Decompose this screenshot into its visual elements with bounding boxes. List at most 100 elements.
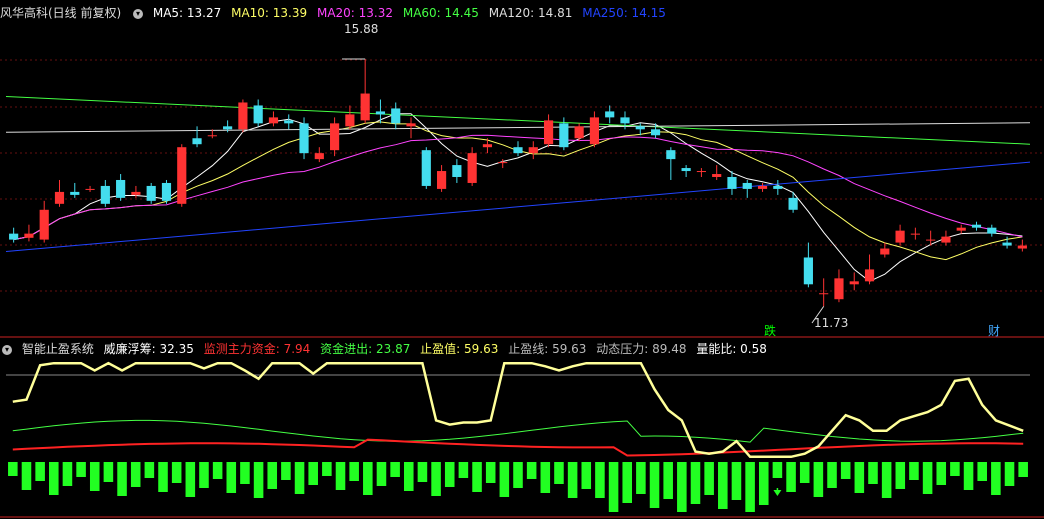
volume-ratio-bar bbox=[1018, 462, 1028, 477]
candle-body bbox=[421, 150, 431, 186]
candle-body bbox=[589, 117, 600, 145]
volume-ratio-bar bbox=[8, 462, 18, 476]
volume-ratio-bar bbox=[922, 462, 933, 494]
volume-ratio-bar bbox=[485, 462, 496, 483]
candle-body bbox=[559, 123, 569, 148]
indicator-toggle-icon[interactable]: ▾ bbox=[2, 344, 12, 355]
candle-body bbox=[498, 162, 508, 164]
candle-body bbox=[773, 185, 783, 189]
candle-body bbox=[605, 111, 615, 118]
candle-body bbox=[39, 209, 49, 240]
down-arrow-head bbox=[773, 490, 782, 496]
candle-body bbox=[681, 168, 691, 172]
candle-body bbox=[360, 93, 370, 121]
indicator-legend: ▾ 智能止盈系统 威廉浮筹: 32.35 监测主力资金: 7.94 资金进出: … bbox=[0, 340, 773, 358]
candle-body bbox=[727, 177, 737, 189]
candle-body bbox=[345, 114, 355, 127]
volume-ratio-bar bbox=[376, 462, 387, 486]
volume-ratio-bar bbox=[35, 462, 45, 481]
candle-body bbox=[803, 257, 813, 285]
candle-body bbox=[864, 269, 875, 282]
ma250-line bbox=[5, 161, 1031, 253]
volume-ratio-bar bbox=[294, 462, 305, 494]
candle-body bbox=[299, 123, 309, 154]
candle-body bbox=[85, 188, 95, 190]
volume-ratio-bar bbox=[813, 462, 824, 497]
signal-cai: 财 bbox=[988, 324, 1001, 338]
candle-body bbox=[192, 138, 202, 145]
volume-ratio-bar bbox=[991, 462, 1001, 495]
candle-body bbox=[100, 185, 110, 204]
candle-body bbox=[375, 111, 386, 115]
volume-ratio-bar bbox=[636, 462, 646, 494]
volume-ratio-bar bbox=[144, 462, 155, 478]
volume-ratio-bar bbox=[799, 462, 810, 483]
volume-ratio-bar bbox=[772, 462, 783, 478]
volume-ratio-bar bbox=[212, 462, 223, 479]
ind-item-tp-line: 止盈线: 59.63 bbox=[508, 342, 587, 356]
candle-body bbox=[880, 248, 890, 255]
volume-ratio-bar bbox=[417, 462, 428, 482]
candle-body bbox=[742, 182, 752, 189]
ind-item-flow: 资金进出: 23.87 bbox=[320, 342, 411, 356]
ind-item-volume-ratio: 量能比: 0.58 bbox=[696, 342, 767, 356]
candle-body bbox=[1017, 245, 1027, 249]
volume-ratio-bar bbox=[731, 462, 742, 500]
volume-ratio-bar bbox=[690, 462, 701, 504]
volume-ratio-bar bbox=[130, 462, 141, 487]
volume-ratio-bar bbox=[89, 462, 100, 491]
candle-body bbox=[9, 233, 19, 240]
volume-ratio-bar bbox=[677, 462, 687, 512]
volume-ratio-bar bbox=[117, 462, 127, 496]
low-price-label: 11.73 bbox=[814, 316, 849, 330]
candle-body bbox=[452, 165, 462, 177]
volume-ratio-bar bbox=[403, 462, 414, 491]
volume-ratio-bar bbox=[540, 462, 551, 493]
volume-ratio-bar bbox=[936, 462, 947, 485]
volume-ratio-bar bbox=[390, 462, 400, 477]
high-price-label: 15.88 bbox=[344, 22, 379, 36]
volume-ratio-bar bbox=[827, 462, 837, 488]
candle-body bbox=[910, 233, 920, 235]
candle-body bbox=[54, 191, 65, 204]
volume-ratio-bar bbox=[1004, 462, 1015, 486]
volume-ratio-bar bbox=[663, 462, 673, 499]
chart-canvas[interactable] bbox=[0, 0, 1044, 519]
candle-body bbox=[788, 197, 798, 210]
volume-ratio-bar bbox=[171, 462, 182, 483]
volume-ratio-bar bbox=[444, 462, 455, 487]
candle-body bbox=[436, 171, 447, 189]
volume-ratio-bar bbox=[472, 462, 482, 492]
candle-body bbox=[941, 236, 951, 243]
candle-body bbox=[391, 108, 401, 124]
candle-body bbox=[543, 120, 554, 145]
candle-body bbox=[314, 153, 324, 160]
volume-ratio-bar bbox=[649, 462, 660, 508]
candle-body bbox=[712, 174, 722, 177]
candle-body bbox=[268, 117, 279, 124]
candle-body bbox=[24, 233, 34, 238]
volume-ratio-bar bbox=[308, 462, 318, 485]
candle-body bbox=[513, 147, 523, 154]
volume-ratio-bar bbox=[76, 462, 86, 477]
volume-ratio-bar bbox=[21, 462, 32, 490]
ind-item-pressure: 动态压力: 89.48 bbox=[596, 342, 687, 356]
ma120-line bbox=[5, 122, 1031, 133]
candle-body bbox=[161, 182, 172, 201]
volume-ratio-bar bbox=[622, 462, 633, 503]
candle-body bbox=[956, 227, 966, 231]
candle-body bbox=[330, 123, 340, 151]
volume-ratio-bar bbox=[963, 462, 974, 490]
signal-die: 跌 bbox=[764, 324, 777, 338]
candle-body bbox=[116, 179, 126, 198]
candle-body bbox=[574, 126, 584, 139]
volume-ratio-bar bbox=[608, 462, 619, 512]
candle-body bbox=[666, 150, 676, 160]
volume-ratio-bar bbox=[185, 462, 196, 497]
volume-ratio-bar bbox=[854, 462, 865, 493]
volume-ratio-bar bbox=[758, 462, 769, 505]
volume-ratio-bar bbox=[895, 462, 906, 489]
volume-ratio-bar bbox=[253, 462, 264, 498]
indicator-title: 智能止盈系统 bbox=[21, 342, 94, 356]
candle-body bbox=[696, 171, 706, 173]
